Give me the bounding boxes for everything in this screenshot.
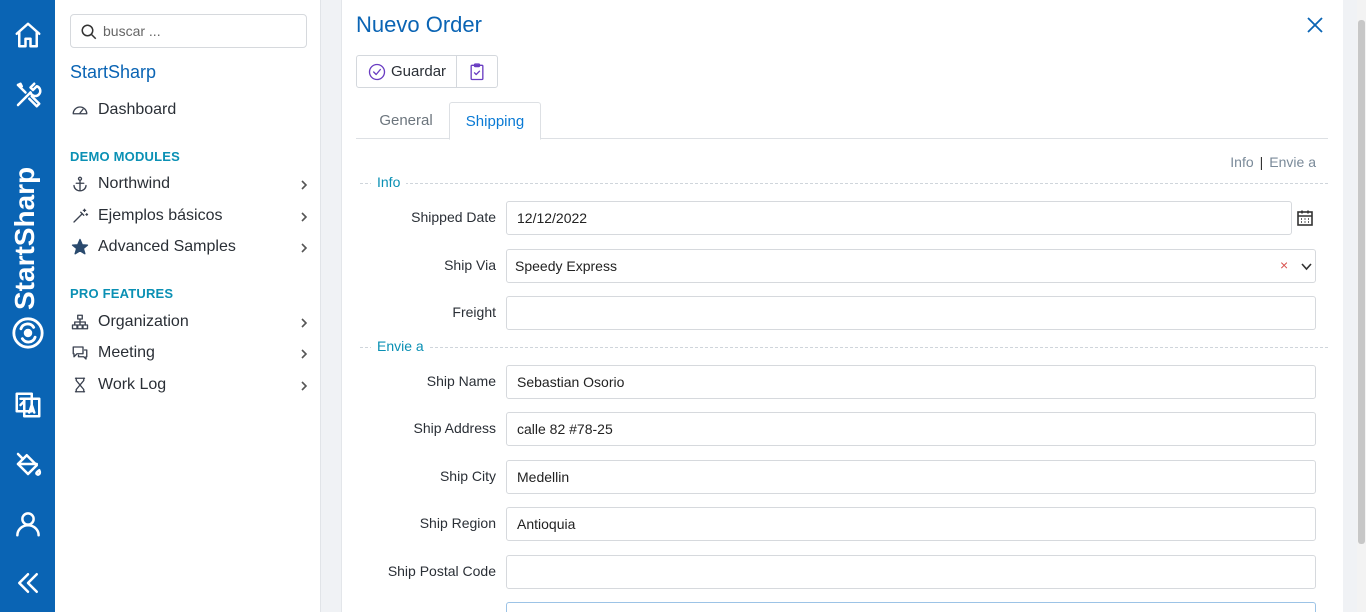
field-ship-via: Ship Via Speedy Express × xyxy=(356,249,1316,285)
brand-vertical-text: StartSharp xyxy=(9,166,40,310)
field-ship-postal-code: Ship Postal Code xyxy=(356,555,1316,591)
star-icon xyxy=(70,237,90,257)
chevron-right-icon xyxy=(298,379,310,391)
translate-icon[interactable] xyxy=(11,388,45,422)
save-button[interactable]: Guardar xyxy=(357,56,456,87)
field-label: Ship Address xyxy=(413,420,497,436)
nav-section-pro-features: PRO FEATURES xyxy=(70,286,174,301)
scrollbar-thumb[interactable] xyxy=(1358,20,1365,544)
nav-item-label: Meeting xyxy=(98,344,155,361)
freight-input[interactable] xyxy=(506,296,1316,330)
field-label: Ship Via xyxy=(444,257,496,273)
chat-icon xyxy=(70,343,90,363)
clear-selection-icon[interactable]: × xyxy=(1280,257,1288,273)
dialog-title: Nuevo Order xyxy=(356,12,482,37)
ship-city-input[interactable] xyxy=(506,460,1316,494)
brand-logo-icon[interactable] xyxy=(11,316,45,350)
nav-item-label: Northwind xyxy=(98,175,171,192)
close-button[interactable] xyxy=(1304,14,1326,36)
check-circle-icon xyxy=(368,63,386,80)
tab-bar: General Shipping xyxy=(356,102,1328,140)
page-scrollbar[interactable] xyxy=(1357,0,1366,612)
shipped-date-input[interactable] xyxy=(506,201,1292,235)
divider xyxy=(360,183,1328,184)
hourglass-icon xyxy=(70,375,90,395)
nav-item-advanced-samples[interactable]: Advanced Samples xyxy=(70,234,310,260)
paint-bucket-icon[interactable] xyxy=(11,447,45,481)
ship-via-select[interactable]: Speedy Express xyxy=(506,249,1316,283)
nav-item-label: Organization xyxy=(98,313,189,330)
tab-shipping[interactable]: Shipping xyxy=(449,102,541,140)
nav-section-demo-modules: DEMO MODULES xyxy=(70,149,181,164)
collapse-icon[interactable] xyxy=(11,566,45,600)
apply-changes-button[interactable] xyxy=(456,56,497,87)
ship-country-input[interactable] xyxy=(506,602,1316,612)
chevron-right-icon xyxy=(298,347,310,359)
field-freight: Freight xyxy=(356,296,1316,332)
nav-item-ejemplos-basicos[interactable]: Ejemplos básicos xyxy=(70,203,310,229)
nav-item-label: Ejemplos básicos xyxy=(98,207,223,224)
tab-general[interactable]: General xyxy=(364,102,448,139)
category-title-envie-a: Envie a xyxy=(360,338,1328,358)
category-links: Info | Envie a xyxy=(1230,154,1316,170)
home-icon[interactable] xyxy=(11,18,45,52)
divider xyxy=(360,347,1328,348)
field-ship-city: Ship City xyxy=(356,460,1316,496)
tools-icon[interactable] xyxy=(11,78,45,112)
nav-item-northwind[interactable]: Northwind xyxy=(70,171,310,197)
search-input[interactable] xyxy=(103,20,298,42)
chevron-right-icon xyxy=(298,178,310,190)
order-dialog: Nuevo Order Guardar General Shipping Inf… xyxy=(341,0,1343,612)
nav-item-organization[interactable]: Organization xyxy=(70,309,310,335)
ship-name-input[interactable] xyxy=(506,365,1316,399)
chevron-right-icon xyxy=(298,210,310,222)
ship-via-selected-value: Speedy Express xyxy=(515,258,617,274)
search-box xyxy=(70,14,307,48)
calendar-icon[interactable] xyxy=(1296,209,1314,227)
field-ship-address: Ship Address xyxy=(356,412,1316,448)
field-label: Ship City xyxy=(439,468,496,484)
clipboard-check-icon xyxy=(470,62,484,80)
gauge-icon xyxy=(70,100,90,120)
category-title-info: Info xyxy=(360,174,1328,194)
ship-region-input[interactable] xyxy=(506,507,1316,541)
chevron-right-icon xyxy=(298,241,310,253)
ship-address-input[interactable] xyxy=(506,412,1316,446)
search-icon xyxy=(81,24,97,40)
field-label: Ship Postal Code xyxy=(387,563,496,579)
dialog-toolbar: Guardar xyxy=(356,55,499,88)
icon-rail: StartSharp xyxy=(0,0,55,612)
org-chart-icon xyxy=(70,312,90,332)
category-caption: Envie a xyxy=(371,338,430,354)
field-label: Shipped Date xyxy=(411,209,496,225)
nav-item-dashboard[interactable]: Dashboard xyxy=(70,97,310,123)
field-label: Ship Region xyxy=(419,515,496,531)
field-label: Freight xyxy=(452,304,496,320)
field-ship-country xyxy=(356,602,1316,612)
user-icon[interactable] xyxy=(11,507,45,541)
anchor-icon xyxy=(70,174,90,194)
nav-item-label: Dashboard xyxy=(98,101,177,118)
navigation-sidebar: StartSharp Dashboard DEMO MODULES Northw… xyxy=(55,0,321,612)
chevron-right-icon xyxy=(298,316,310,328)
field-ship-region: Ship Region xyxy=(356,507,1316,543)
category-link-separator: | xyxy=(1259,154,1264,170)
category-link-info[interactable]: Info xyxy=(1230,154,1253,170)
category-caption: Info xyxy=(371,174,407,190)
magic-wand-icon xyxy=(70,206,90,226)
nav-item-work-log[interactable]: Work Log xyxy=(70,372,310,398)
field-ship-name: Ship Name xyxy=(356,365,1316,401)
nav-item-label: Work Log xyxy=(98,376,167,393)
ship-postal-code-input[interactable] xyxy=(506,555,1316,589)
save-button-label: Guardar xyxy=(391,63,447,80)
field-shipped-date: Shipped Date xyxy=(356,201,1316,237)
category-link-envie-a[interactable]: Envie a xyxy=(1269,154,1316,170)
nav-item-meeting[interactable]: Meeting xyxy=(70,340,310,366)
nav-brand-title[interactable]: StartSharp xyxy=(70,62,156,83)
nav-item-label: Advanced Samples xyxy=(98,238,236,255)
chevron-down-icon[interactable] xyxy=(1300,260,1313,273)
close-icon xyxy=(1307,17,1323,33)
field-label: Ship Name xyxy=(426,373,496,389)
